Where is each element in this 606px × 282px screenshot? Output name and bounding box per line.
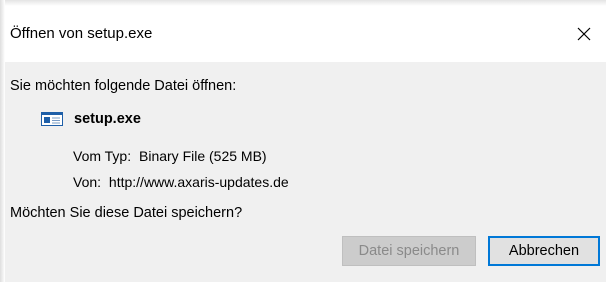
executable-file-icon <box>41 112 63 126</box>
open-prompt-text: Sie möchten folgende Datei öffnen: <box>10 78 237 94</box>
file-type-label: Vom Typ: <box>73 148 132 164</box>
save-file-button[interactable]: Datei speichern <box>342 236 476 266</box>
file-type-value: Binary File (525 MB) <box>139 148 267 164</box>
save-file-dialog: Öffnen von setup.exe Sie möchten folgend… <box>0 0 606 282</box>
close-icon <box>577 27 591 41</box>
cancel-button[interactable]: Abbrechen <box>488 236 600 266</box>
title-bar: Öffnen von setup.exe <box>5 6 606 62</box>
file-source-label: Von: <box>73 174 102 190</box>
file-type-row: Vom Typ: Binary File (525 MB) <box>73 148 267 164</box>
window-title: Öffnen von setup.exe <box>10 25 153 42</box>
save-question-text: Möchten Sie diese Datei speichern? <box>10 205 243 221</box>
file-info-row: setup.exe <box>41 109 141 129</box>
dialog-body: Sie möchten folgende Datei öffnen: setup… <box>5 62 606 282</box>
file-source-row: Von: http://www.axaris-updates.de <box>73 174 289 190</box>
close-button[interactable] <box>566 16 606 52</box>
file-name: setup.exe <box>74 111 141 127</box>
file-source-value: http://www.axaris-updates.de <box>108 174 289 190</box>
